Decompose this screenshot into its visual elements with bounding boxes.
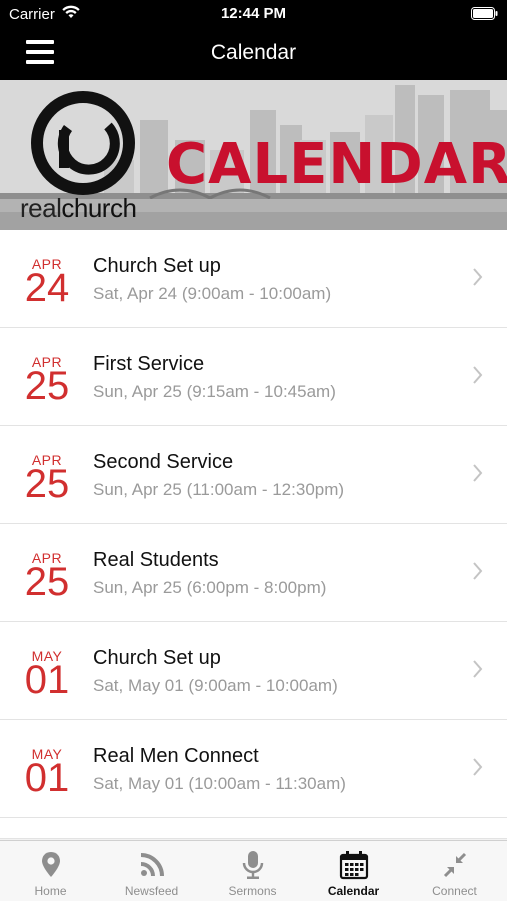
- battery-icon: [471, 7, 498, 25]
- rss-icon: [140, 853, 164, 877]
- event-day: 25: [24, 462, 70, 506]
- event-title: Second Service: [93, 451, 234, 473]
- event-row[interactable]: MAY 01 Church Set up Sat, May 01 (9:00am…: [0, 622, 507, 720]
- realchurch-logo-icon: [31, 91, 135, 195]
- arrows-in-icon: [443, 852, 467, 878]
- tab-home[interactable]: Home: [0, 841, 101, 901]
- event-day: 25: [24, 364, 70, 408]
- realchurch-logo-text: realchurch: [20, 193, 137, 224]
- event-title: Real Men Connect: [93, 745, 259, 767]
- event-datetime: Sat, Apr 24 (9:00am - 10:00am): [93, 284, 332, 303]
- event-datetime: Sun, Apr 25 (6:00pm - 8:00pm): [93, 578, 327, 597]
- chevron-right-icon: [473, 562, 483, 580]
- event-row-partial[interactable]: [0, 818, 507, 839]
- chevron-right-icon: [473, 464, 483, 482]
- banner-headline: CALENDAR: [166, 132, 507, 197]
- clock: 12:44 PM: [220, 5, 287, 22]
- page-title: Calendar: [210, 41, 297, 64]
- event-row[interactable]: APR 25 Real Students Sun, Apr 25 (6:00pm…: [0, 524, 507, 622]
- tab-label: Sermons: [228, 884, 277, 898]
- event-title: Church Set up: [93, 255, 221, 277]
- chevron-right-icon: [473, 758, 483, 776]
- event-row[interactable]: APR 25 First Service Sun, Apr 25 (9:15am…: [0, 328, 507, 426]
- event-day: 24: [24, 266, 70, 310]
- event-day: 25: [24, 560, 70, 604]
- calendar-banner: realchurch CALENDAR: [0, 80, 507, 230]
- tab-label: Calendar: [327, 884, 380, 898]
- chevron-right-icon: [473, 366, 483, 384]
- event-list: APR 24 Church Set up Sat, Apr 24 (9:00am…: [0, 230, 507, 839]
- event-row[interactable]: APR 25 Second Service Sun, Apr 25 (11:00…: [0, 426, 507, 524]
- tab-label: Newsfeed: [124, 884, 179, 898]
- event-title: First Service: [93, 353, 205, 375]
- event-title: Real Students: [93, 549, 219, 571]
- event-row[interactable]: MAY 01 Real Men Connect Sat, May 01 (10:…: [0, 720, 507, 818]
- microphone-icon: [242, 851, 264, 879]
- calendar-icon: [339, 851, 369, 880]
- chevron-right-icon: [473, 660, 483, 678]
- navigation-bar: Calendar: [0, 28, 507, 80]
- event-datetime: Sun, Apr 25 (11:00am - 12:30pm): [93, 480, 345, 499]
- tab-label: Home: [34, 884, 67, 898]
- event-title: Church Set up: [93, 647, 221, 669]
- tab-newsfeed[interactable]: Newsfeed: [101, 841, 202, 901]
- event-datetime: Sat, May 01 (9:00am - 10:00am): [93, 676, 338, 695]
- event-day: 01: [24, 756, 70, 800]
- tab-connect[interactable]: Connect: [404, 841, 505, 901]
- event-datetime: Sat, May 01 (10:00am - 11:30am): [93, 774, 346, 793]
- tab-label: Connect: [432, 884, 477, 898]
- event-row[interactable]: APR 24 Church Set up Sat, Apr 24 (9:00am…: [0, 230, 507, 328]
- status-bar: Carrier 12:44 PM: [0, 0, 507, 28]
- event-datetime: Sun, Apr 25 (9:15am - 10:45am): [93, 382, 336, 401]
- event-day: 01: [24, 658, 70, 702]
- logo-light-text: real: [20, 193, 62, 223]
- tab-calendar[interactable]: Calendar: [303, 841, 404, 901]
- logo-bold-text: church: [61, 193, 137, 223]
- chevron-right-icon: [473, 268, 483, 286]
- map-pin-icon: [42, 852, 60, 877]
- tab-sermons[interactable]: Sermons: [202, 841, 303, 901]
- tab-bar: Home Newsfeed Sermons Calendar Connect: [0, 840, 507, 901]
